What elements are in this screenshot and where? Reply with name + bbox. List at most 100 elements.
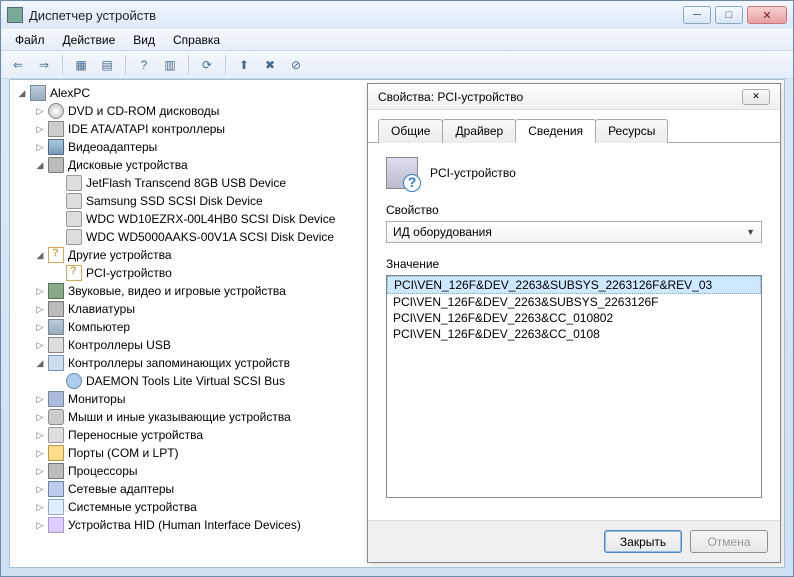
expand-icon[interactable]: ▷ [34, 519, 46, 531]
keyboard-icon [48, 301, 64, 317]
collapse-icon[interactable]: ◢ [34, 249, 46, 261]
tree-root[interactable]: ◢ AlexPC [12, 84, 368, 102]
tree-item-disk4[interactable]: WDC WD5000AAKS-00V1A SCSI Disk Device [12, 228, 368, 246]
menu-view[interactable]: Вид [125, 31, 163, 49]
close-action-button[interactable]: Закрыть [604, 530, 682, 553]
ide-icon [48, 121, 64, 137]
drive-icon [66, 175, 82, 191]
expand-icon[interactable]: ▷ [34, 465, 46, 477]
show-hide-tree-button[interactable]: ▦ [70, 54, 92, 76]
expand-icon[interactable]: ▷ [34, 339, 46, 351]
daemon-icon [66, 373, 82, 389]
expand-icon[interactable]: ▷ [34, 429, 46, 441]
print-button[interactable]: ▥ [159, 54, 181, 76]
collapse-icon[interactable]: ◢ [34, 159, 46, 171]
tree-item-pci[interactable]: PCI-устройство [12, 264, 368, 282]
tree-root-label: AlexPC [50, 86, 90, 100]
value-listbox[interactable]: PCI\VEN_126F&DEV_2263&SUBSYS_2263126F&RE… [386, 275, 762, 498]
expand-icon[interactable]: ▷ [34, 501, 46, 513]
list-item[interactable]: PCI\VEN_126F&DEV_2263&SUBSYS_2263126F [387, 294, 761, 310]
window-title: Диспетчер устройств [29, 8, 683, 23]
help-button[interactable]: ? [133, 54, 155, 76]
minimize-button[interactable]: ─ [683, 6, 711, 24]
unknown-icon [66, 265, 82, 281]
tab-resources[interactable]: Ресурсы [595, 119, 668, 143]
expand-icon[interactable]: ▷ [34, 105, 46, 117]
maximize-button[interactable]: □ [715, 6, 743, 24]
tree-item-disk3[interactable]: WDC WD10EZRX-00L4HB0 SCSI Disk Device [12, 210, 368, 228]
tree-item-video[interactable]: ▷Видеоадаптеры [12, 138, 368, 156]
tree-item-portable[interactable]: ▷Переносные устройства [12, 426, 368, 444]
tab-strip: Общие Драйвер Сведения Ресурсы [368, 110, 780, 143]
tree-item-storage[interactable]: ◢Контроллеры запоминающих устройств [12, 354, 368, 372]
expand-icon[interactable]: ▷ [34, 285, 46, 297]
tree-item-monitor[interactable]: ▷Мониторы [12, 390, 368, 408]
list-item[interactable]: PCI\VEN_126F&DEV_2263&SUBSYS_2263126F&RE… [387, 276, 761, 294]
properties-button[interactable]: ▤ [96, 54, 118, 76]
back-button[interactable]: ⇐ [7, 54, 29, 76]
tab-driver[interactable]: Драйвер [442, 119, 516, 143]
tree-item-net[interactable]: ▷Сетевые адаптеры [12, 480, 368, 498]
dialog-close-button[interactable]: ✕ [742, 89, 770, 105]
tree-item-cpu[interactable]: ▷Процессоры [12, 462, 368, 480]
uninstall-button[interactable]: ✖ [259, 54, 281, 76]
tab-details[interactable]: Сведения [515, 119, 596, 143]
tree-item-sys[interactable]: ▷Системные устройства [12, 498, 368, 516]
disable-button[interactable]: ⊘ [285, 54, 307, 76]
list-item[interactable]: PCI\VEN_126F&DEV_2263&CC_0108 [387, 326, 761, 342]
property-selected: ИД оборудования [393, 225, 492, 239]
tree-item-disks[interactable]: ◢Дисковые устройства [12, 156, 368, 174]
computer-icon [48, 319, 64, 335]
tree-item-daemon[interactable]: DAEMON Tools Lite Virtual SCSI Bus [12, 372, 368, 390]
tree-item-computer[interactable]: ▷Компьютер [12, 318, 368, 336]
dialog-titlebar[interactable]: Свойства: PCI-устройство ✕ [368, 84, 780, 110]
collapse-icon[interactable]: ◢ [16, 87, 28, 99]
port-icon [48, 445, 64, 461]
tab-general[interactable]: Общие [378, 119, 443, 143]
computer-icon [30, 85, 46, 101]
tree-item-cdrom[interactable]: ▷DVD и CD-ROM дисководы [12, 102, 368, 120]
close-button[interactable]: ✕ [747, 6, 787, 24]
expand-icon[interactable]: ▷ [34, 393, 46, 405]
property-combobox[interactable]: ИД оборудования ▼ [386, 221, 762, 243]
cpu-icon [48, 463, 64, 479]
titlebar[interactable]: Диспетчер устройств ─ □ ✕ [1, 1, 793, 29]
drive-icon [66, 229, 82, 245]
storage-icon [48, 355, 64, 371]
tree-item-usb[interactable]: ▷Контроллеры USB [12, 336, 368, 354]
mouse-icon [48, 409, 64, 425]
device-tree[interactable]: ◢ AlexPC ▷DVD и CD-ROM дисководы ▷IDE ATA… [10, 80, 370, 567]
device-name-label: PCI-устройство [430, 166, 516, 180]
expand-icon[interactable]: ▷ [34, 483, 46, 495]
tree-item-keyboard[interactable]: ▷Клавиатуры [12, 300, 368, 318]
hid-icon [48, 517, 64, 533]
menubar: Файл Действие Вид Справка [1, 29, 793, 51]
tree-item-other[interactable]: ◢Другие устройства [12, 246, 368, 264]
expand-icon[interactable]: ▷ [34, 447, 46, 459]
tree-item-sound[interactable]: ▷Звуковые, видео и игровые устройства [12, 282, 368, 300]
portable-icon [48, 427, 64, 443]
tree-item-disk2[interactable]: Samsung SSD SCSI Disk Device [12, 192, 368, 210]
tree-item-disk1[interactable]: JetFlash Transcend 8GB USB Device [12, 174, 368, 192]
property-label: Свойство [386, 203, 762, 217]
menu-help[interactable]: Справка [165, 31, 228, 49]
drive-icon [66, 193, 82, 209]
menu-file[interactable]: Файл [7, 31, 53, 49]
expand-icon[interactable]: ▷ [34, 321, 46, 333]
dialog-title: Свойства: PCI-устройство [378, 90, 742, 104]
forward-button[interactable]: ⇒ [33, 54, 55, 76]
expand-icon[interactable]: ▷ [34, 411, 46, 423]
scan-hardware-button[interactable]: ⟳ [196, 54, 218, 76]
tree-item-ports[interactable]: ▷Порты (COM и LPT) [12, 444, 368, 462]
list-item[interactable]: PCI\VEN_126F&DEV_2263&CC_010802 [387, 310, 761, 326]
tree-item-hid[interactable]: ▷Устройства HID (Human Interface Devices… [12, 516, 368, 534]
collapse-icon[interactable]: ◢ [34, 357, 46, 369]
expand-icon[interactable]: ▷ [34, 141, 46, 153]
expand-icon[interactable]: ▷ [34, 303, 46, 315]
menu-action[interactable]: Действие [55, 31, 124, 49]
tree-item-ide[interactable]: ▷IDE ATA/ATAPI контроллеры [12, 120, 368, 138]
update-driver-button[interactable]: ⬆ [233, 54, 255, 76]
sound-icon [48, 283, 64, 299]
expand-icon[interactable]: ▷ [34, 123, 46, 135]
tree-item-mouse[interactable]: ▷Мыши и иные указывающие устройства [12, 408, 368, 426]
